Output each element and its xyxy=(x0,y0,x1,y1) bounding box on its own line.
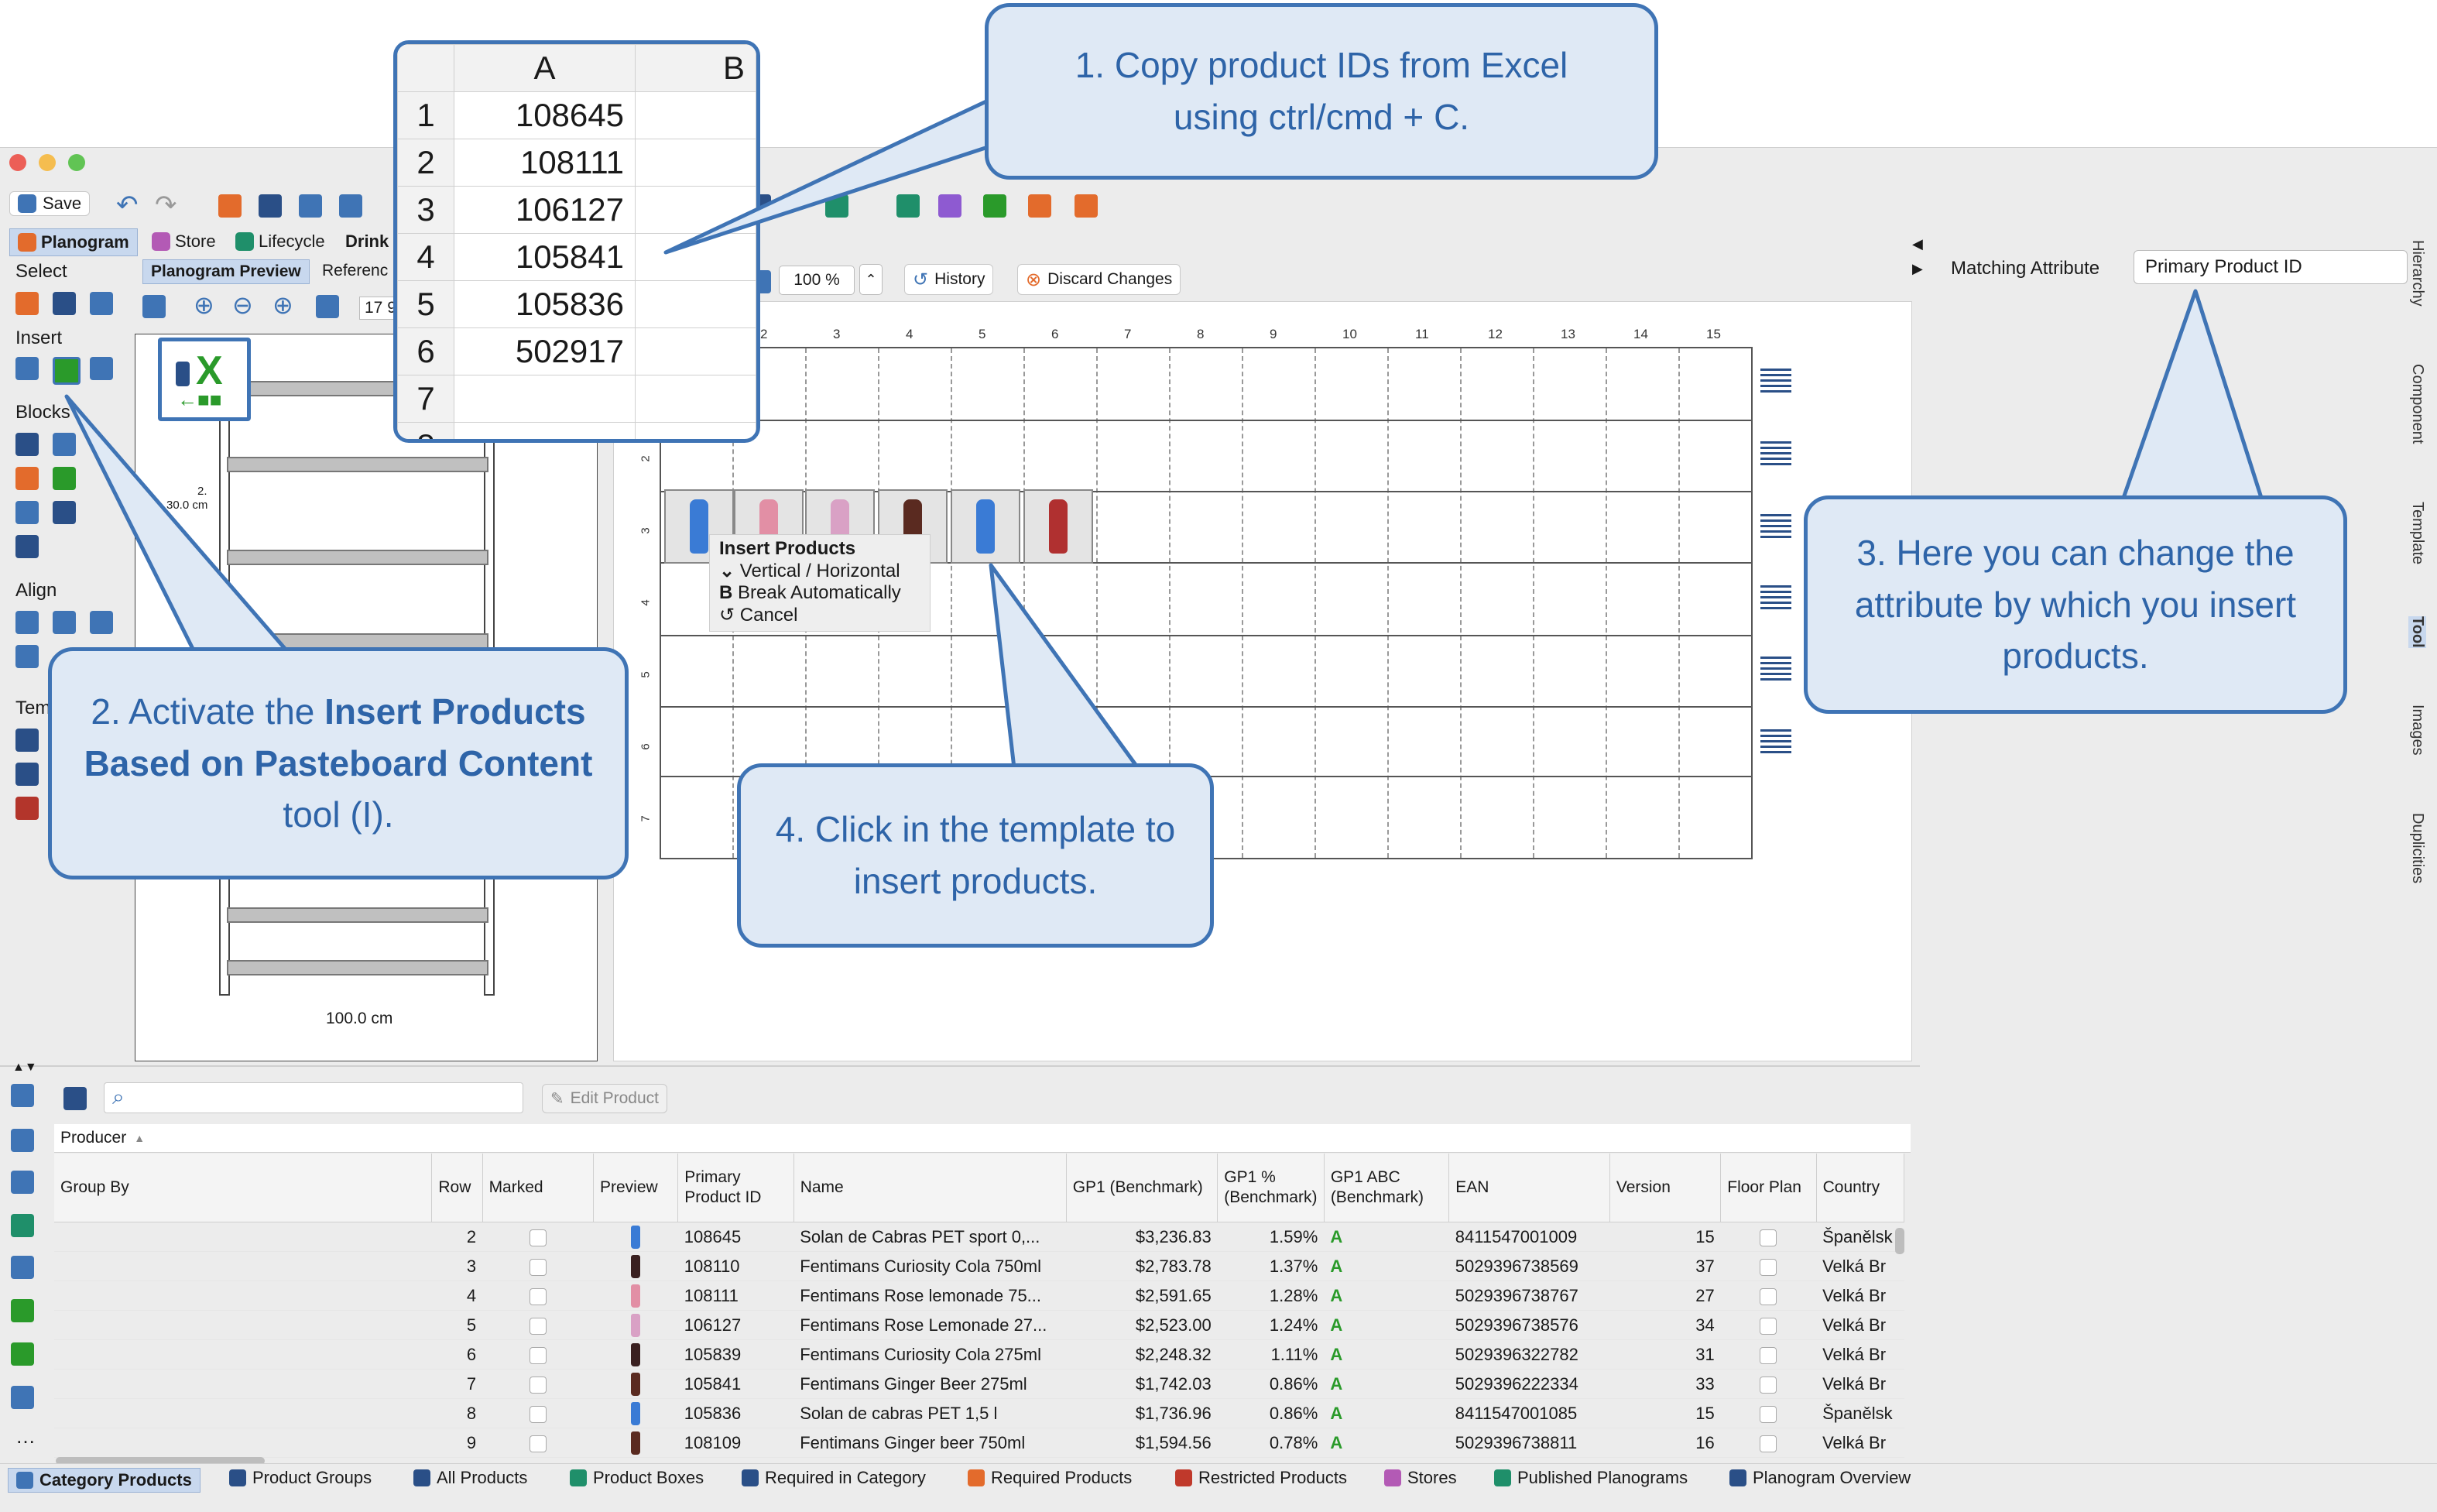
callout-click-template: 4. Click in the template to insert produ… xyxy=(737,763,1214,948)
bottle-glyph xyxy=(176,362,190,386)
callout-matching-attribute: 3. Here you can change the attribute by … xyxy=(1804,495,2347,714)
callout-copy-ids: 1. Copy product IDs from Excel using ctr… xyxy=(985,3,1658,180)
callout-1-pointer xyxy=(663,98,990,255)
excel-x-glyph: X xyxy=(196,348,223,393)
callout-activate-tool: 2. Activate the Insert Products Based on… xyxy=(48,647,629,879)
callout-4-pointer xyxy=(989,563,1140,770)
pasteboard-tool-zoom-icon: X ←■■ xyxy=(158,338,251,421)
callout-3-pointer xyxy=(2120,289,2264,502)
arrow-glyph: ←■■ xyxy=(177,388,222,411)
callout-2-pointer xyxy=(64,394,289,653)
